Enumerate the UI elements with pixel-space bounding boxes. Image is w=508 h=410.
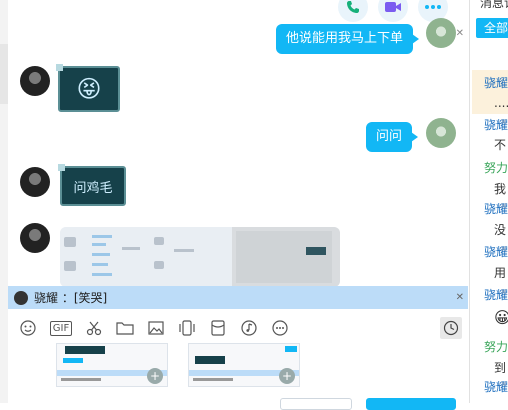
quote-text: 骁耀 ：[笑哭] — [34, 291, 108, 305]
entry-message: 到 — [494, 361, 507, 375]
message-bubble-outgoing[interactable]: 他说能用我马上下单 — [276, 24, 420, 54]
card-text: 问鸡毛 — [73, 180, 113, 196]
gif-label: GIF — [49, 320, 73, 336]
message-text: 问问 — [376, 129, 403, 144]
quote-bar[interactable]: 骁耀 ：[笑哭] ✕ — [8, 286, 468, 309]
collapse-icon[interactable]: ✕ — [456, 28, 464, 39]
delete-entry-icon[interactable]: ✕ — [500, 245, 508, 255]
message-history-panel: 消息记 全部 骁耀 .... 骁耀 ✕ 不 努力 我 骁耀 ✕ 没 骁耀 ✕ 用… — [469, 0, 508, 403]
zoom-icon[interactable]: + — [279, 368, 295, 384]
entry-name[interactable]: 努力 — [484, 159, 508, 176]
scissors-icon[interactable] — [83, 317, 105, 339]
chat-area[interactable]: ✕ 他说能用我马上下单 😝 问问 问鸡毛 — [8, 0, 468, 287]
delete-entry-icon[interactable]: ✕ — [500, 288, 508, 298]
sticker-message[interactable]: 😝 — [56, 64, 120, 112]
input-toolbar: GIF — [8, 315, 468, 341]
contact-avatar[interactable] — [20, 167, 50, 197]
sticker-emoji: 😝 — [76, 75, 102, 103]
gutter-shade — [0, 44, 8, 104]
delete-entry-icon[interactable]: ✕ — [500, 202, 508, 212]
panel-title: 消息记 — [480, 0, 508, 10]
card-message[interactable]: 问鸡毛 — [58, 164, 126, 206]
delete-entry-icon[interactable]: ✕ — [500, 118, 508, 128]
video-call-icon[interactable] — [378, 0, 408, 22]
entry-message: 我 — [494, 182, 507, 196]
message-bubble-outgoing[interactable]: 问问 — [366, 122, 419, 152]
message-text: 他说能用我马上下单 — [286, 31, 404, 46]
entry-message: 😀 — [494, 308, 508, 327]
entry-message: 不 — [494, 138, 507, 152]
card-corner — [56, 64, 63, 71]
entry-message: 用 — [494, 266, 507, 280]
contact-avatar[interactable] — [20, 66, 50, 96]
left-gutter — [0, 0, 8, 403]
delete-entry-icon[interactable]: ✕ — [500, 380, 508, 390]
close-quote-icon[interactable]: ✕ — [456, 292, 464, 303]
image-icon[interactable] — [145, 317, 167, 339]
entry-message: .... — [494, 96, 508, 110]
my-avatar[interactable] — [426, 118, 456, 148]
entry-name[interactable]: 努力 — [484, 338, 508, 355]
close-button[interactable] — [280, 398, 352, 410]
emoji-icon[interactable] — [17, 317, 39, 339]
card-corner — [58, 164, 65, 171]
zoom-icon[interactable]: + — [147, 368, 163, 384]
shake-icon[interactable] — [176, 317, 198, 339]
tab-all[interactable]: 全部 — [476, 18, 508, 38]
entry-message: 没 — [494, 223, 507, 237]
music-icon[interactable] — [238, 317, 260, 339]
folder-icon[interactable] — [114, 317, 136, 339]
red-packet-icon[interactable] — [207, 317, 229, 339]
entry-name[interactable]: 骁耀 — [484, 74, 508, 91]
history-icon[interactable] — [440, 317, 462, 339]
contact-avatar[interactable] — [20, 223, 50, 253]
send-button[interactable] — [366, 398, 456, 410]
quote-avatar — [14, 290, 28, 305]
phone-icon[interactable] — [338, 0, 368, 22]
more-icon[interactable] — [269, 317, 291, 339]
gif-icon[interactable]: GIF — [48, 317, 74, 339]
attachment-thumbnail[interactable]: + — [188, 343, 300, 387]
attachment-thumbnail[interactable]: + — [56, 343, 168, 387]
my-avatar[interactable] — [426, 18, 456, 48]
image-message[interactable] — [60, 227, 340, 287]
